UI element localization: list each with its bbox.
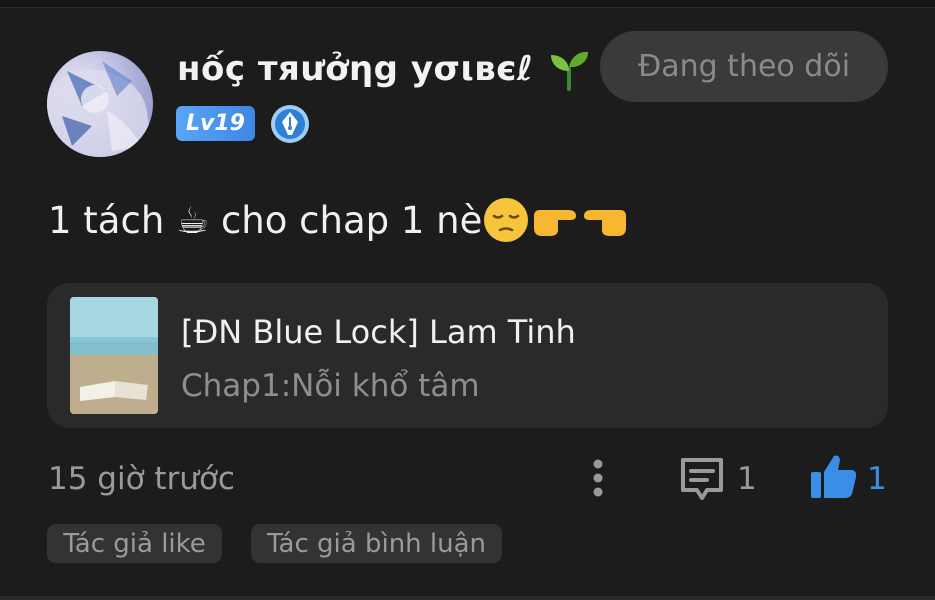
following-button[interactable]: Đang theo dõi [600, 31, 888, 102]
tag-author-commented: Tác giả bình luận [251, 524, 502, 563]
sprout-icon [551, 51, 589, 91]
author-pen-badge-icon [271, 105, 309, 143]
story-cover-image [70, 297, 158, 414]
reply-icon[interactable] [677, 454, 727, 504]
bottom-divider [0, 596, 935, 600]
pointing-right-icon [534, 210, 577, 236]
more-options-icon[interactable] [584, 456, 612, 500]
comment-text: 1 tách ☕ cho chap 1 nè [48, 198, 483, 242]
username-text: нốç тяưởηg уσιвєℓ [177, 49, 534, 89]
story-link-card[interactable]: [ĐN Blue Lock] Lam Tinh Chap1:Nỗi khổ tâ… [47, 283, 888, 428]
level-badge: Lv19 [176, 106, 255, 141]
username[interactable]: нốç тяưởηg уσιвєℓ [177, 44, 591, 94]
thumbs-up-icon[interactable] [809, 452, 859, 502]
pointing-left-icon [584, 210, 627, 236]
comment-body: 1 tách ☕ cho chap 1 nè [48, 196, 630, 244]
pensive-face-icon [484, 198, 529, 242]
top-divider [0, 0, 935, 8]
comment-timestamp: 15 giờ trước [48, 461, 235, 497]
avatar[interactable] [47, 51, 153, 157]
reply-count: 1 [737, 461, 757, 497]
story-chapter: Chap1:Nỗi khổ tâm [181, 368, 480, 404]
tag-author-liked: Tác giả like [47, 524, 222, 563]
like-count: 1 [867, 461, 887, 497]
story-title: [ĐN Blue Lock] Lam Tinh [181, 313, 576, 351]
